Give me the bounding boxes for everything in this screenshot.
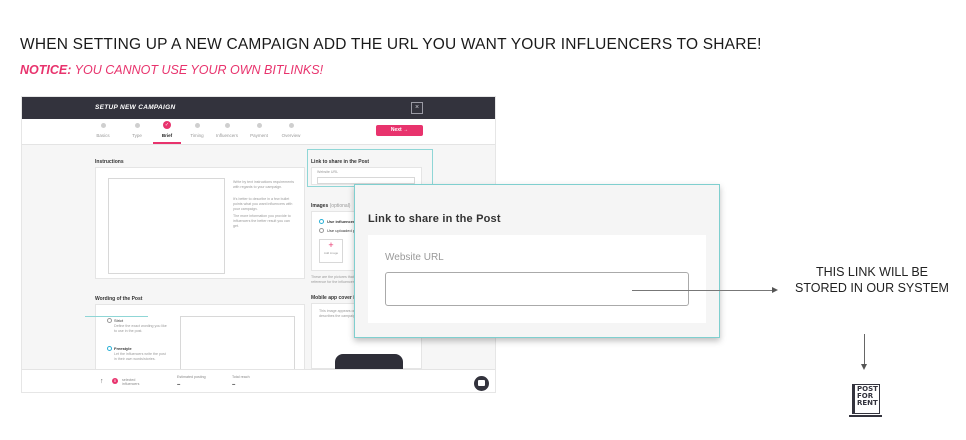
wording-freestyle-desc: Let the influencers write the post in th… <box>114 352 166 361</box>
close-icon[interactable]: × <box>411 102 423 114</box>
step-payment[interactable]: Payment <box>244 123 274 138</box>
selected-label: selected influencers <box>122 378 140 386</box>
radio-use-uploaded[interactable] <box>319 228 324 233</box>
step-label: Brief <box>161 133 173 138</box>
checkmark-icon: ✓ <box>163 121 171 129</box>
website-url-label: Website URL <box>385 252 444 263</box>
step-label: Timing <box>190 133 204 138</box>
logo-base <box>849 415 882 417</box>
notice-text: YOU CANNOT USE YOUR OWN BITLINKS! <box>71 63 324 77</box>
instructions-textarea[interactable] <box>108 178 225 274</box>
radio-strict[interactable] <box>107 318 112 323</box>
images-title-text: Images <box>311 203 329 209</box>
arrow-line <box>632 290 775 291</box>
wording-strict-desc: Define the exact wording you like to use… <box>114 324 167 333</box>
step-dot <box>194 123 200 128</box>
radio-use-influencer-images[interactable] <box>319 219 324 224</box>
instructions-card: Write by text instructions requirements … <box>95 167 305 279</box>
next-button[interactable]: Next → <box>376 125 423 136</box>
wording-strict-label: Strict <box>114 318 124 323</box>
step-label: Payment <box>250 133 268 138</box>
step-label: Overview <box>281 133 301 138</box>
step-overview[interactable]: Overview <box>276 123 306 138</box>
instructions-help-1: Write by text instructions requirements … <box>233 180 295 189</box>
add-image-label: Add image <box>323 251 339 255</box>
website-url-input[interactable] <box>385 272 689 306</box>
step-label: Basics <box>96 133 110 138</box>
wording-card: Strict Define the exact wording you like… <box>95 304 305 376</box>
step-type[interactable]: Type <box>122 123 152 138</box>
app-footer: ↑ 0 selected influencers Estimated posti… <box>22 369 495 392</box>
images-title: Images (optional) <box>311 203 350 209</box>
add-image-button[interactable]: + Add image <box>319 239 343 263</box>
step-dot <box>134 123 140 128</box>
zoom-title: Link to share in the Post <box>368 213 501 225</box>
notice-prefix: NOTICE: <box>20 63 72 77</box>
link-highlight-frame <box>307 149 433 187</box>
logo-line-3: RENT <box>857 399 878 407</box>
zoomed-link-panel: Link to share in the Post Website URL <box>354 184 720 338</box>
images-optional: (optional) <box>329 203 351 209</box>
instructions-help-3: The more information you provide to infl… <box>233 214 291 228</box>
chat-icon[interactable] <box>474 376 489 391</box>
step-progress: Basics Type ✓ Brief Timing Influencers Pa… <box>22 119 495 145</box>
step-dot <box>100 123 106 128</box>
step-dot <box>224 123 230 128</box>
notice: NOTICE: YOU CANNOT USE YOUR OWN BITLINKS… <box>20 63 323 77</box>
app-title-bar: SETUP NEW CAMPAIGN × <box>22 97 495 119</box>
step-dot <box>256 123 262 128</box>
selected-count-badge: 0 <box>112 378 118 384</box>
step-influencers[interactable]: Influencers <box>212 123 242 138</box>
side-note: THIS LINK WILL BE STORED IN OUR SYSTEM <box>795 265 949 295</box>
arrow-right-icon <box>772 287 778 293</box>
reach-label: Total reach <box>232 375 250 379</box>
estimated-value: – <box>177 382 181 388</box>
wording-freestyle-text: Freestyle <box>114 346 132 351</box>
arrow-down-icon <box>861 364 867 370</box>
step-basics[interactable]: Basics <box>88 123 118 138</box>
plus-icon: + <box>328 240 334 250</box>
app-title: SETUP NEW CAMPAIGN <box>95 104 176 111</box>
instructions-title: Instructions <box>95 159 124 165</box>
logo-text: POST FOR RENT <box>857 386 879 407</box>
post-for-rent-logo: POST FOR RENT <box>848 384 882 418</box>
step-dot <box>288 123 294 128</box>
wording-freestyle-label: Freestyle <box>114 346 132 351</box>
teal-annotation-line <box>85 316 148 317</box>
wording-title: Wording of the Post <box>95 296 143 302</box>
step-label: Type <box>132 133 142 138</box>
reach-value: – <box>232 382 236 388</box>
step-timing[interactable]: Timing <box>182 123 212 138</box>
headline: WHEN SETTING UP A NEW CAMPAIGN ADD THE U… <box>20 36 762 53</box>
step-label: Influencers <box>215 133 238 138</box>
instructions-help-2: It's better to describe in a few bullet … <box>233 197 293 211</box>
active-step-underline <box>153 142 181 144</box>
step-brief[interactable]: ✓ Brief <box>152 121 182 138</box>
arrow-up-icon[interactable]: ↑ <box>100 378 104 385</box>
zoom-card: Website URL <box>368 235 706 323</box>
estimated-label: Estimated posting <box>177 375 206 379</box>
down-arrow-line <box>864 334 865 366</box>
post-wording-textarea[interactable] <box>180 316 295 376</box>
radio-freestyle[interactable] <box>107 346 112 351</box>
